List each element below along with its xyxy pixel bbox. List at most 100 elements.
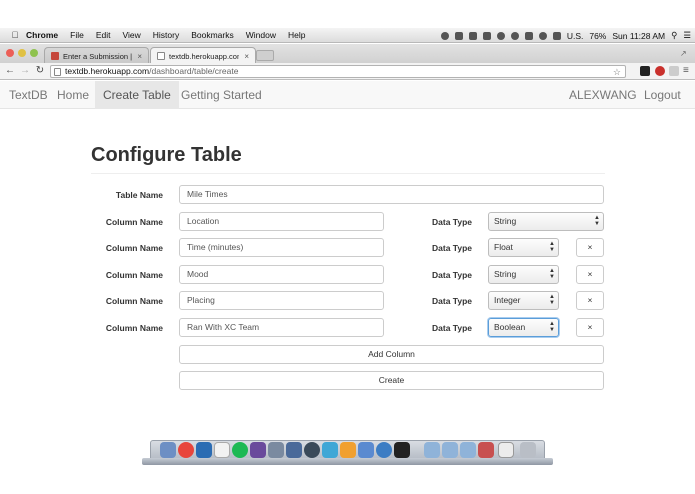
reload-icon[interactable]: ↻ (34, 65, 46, 77)
data-type-select[interactable]: Boolean ▲ ▼ (488, 318, 559, 337)
volume-icon[interactable] (552, 31, 561, 40)
chrome-icon[interactable] (178, 442, 194, 458)
word-icon[interactable] (196, 442, 212, 458)
evernote-icon[interactable] (496, 31, 505, 40)
github-icon[interactable] (250, 442, 266, 458)
data-type-label: Data Type (432, 243, 472, 253)
data-type-select[interactable]: String ▲ ▼ (488, 212, 604, 231)
extension-shield-icon[interactable] (669, 66, 679, 76)
bookmark-star-icon[interactable]: ☆ (613, 67, 621, 78)
finder-icon[interactable] (160, 442, 176, 458)
notification-icon[interactable] (440, 31, 449, 40)
data-type-select[interactable]: String ▲ ▼ (488, 265, 559, 284)
url-path: /dashboard/table/create (149, 66, 239, 76)
menu-history[interactable]: History (153, 30, 179, 40)
remove-column-button[interactable]: × (576, 318, 604, 337)
menu-edit[interactable]: Edit (96, 30, 111, 40)
column-name-label: Column Name (105, 296, 163, 306)
dock-shelf (142, 458, 553, 465)
folder-icon[interactable] (424, 442, 440, 458)
steam-icon[interactable] (304, 442, 320, 458)
remove-column-button[interactable]: × (576, 265, 604, 284)
select-arrows-icon: ▲ ▼ (549, 294, 555, 306)
menu-file[interactable]: File (70, 30, 84, 40)
upload-icon[interactable] (482, 31, 491, 40)
tab-close-icon[interactable]: × (244, 52, 249, 61)
remove-column-button[interactable]: × (576, 291, 604, 310)
table-name-label: Table Name (115, 190, 163, 200)
column-name-input[interactable]: Mood (179, 265, 384, 284)
battery-app-icon[interactable] (524, 31, 533, 40)
calendar-icon[interactable] (214, 442, 230, 458)
spotlight-icon[interactable]: ⚲ (671, 30, 677, 41)
dropbox-icon[interactable] (468, 31, 477, 40)
select-arrows-icon: ▲ ▼ (594, 215, 600, 227)
tab-submission[interactable]: Enter a Submission | Wildc × (44, 47, 149, 64)
remove-column-button[interactable]: × (576, 238, 604, 257)
nav-getting-started[interactable]: Getting Started (181, 81, 262, 109)
data-type-value: String (494, 216, 517, 226)
menu-window[interactable]: Window (246, 30, 276, 40)
document-icon[interactable] (478, 442, 494, 458)
screen:  Chrome File Edit View History Bookmark… (0, 0, 695, 494)
notification-center-icon[interactable]: ☰ (683, 30, 691, 41)
trash-icon[interactable] (520, 442, 536, 458)
virtualbox-icon[interactable] (286, 442, 302, 458)
nav-create-table[interactable]: Create Table (95, 81, 179, 109)
folder-icon[interactable] (460, 442, 476, 458)
nav-brand[interactable]: TextDB (9, 81, 48, 109)
clock[interactable]: Sun 11:28 AM (612, 31, 665, 41)
nav-user[interactable]: ALEXWANG (569, 81, 637, 109)
minimize-window-icon[interactable] (18, 49, 26, 57)
data-type-select[interactable]: Integer ▲ ▼ (488, 291, 559, 310)
folder-icon[interactable] (442, 442, 458, 458)
data-type-value: Boolean (494, 322, 526, 332)
close-window-icon[interactable] (6, 49, 14, 57)
tab-close-icon[interactable]: × (137, 52, 142, 61)
safari-icon[interactable] (376, 442, 392, 458)
forward-icon[interactable]: → (19, 65, 31, 77)
app-icon[interactable] (268, 442, 284, 458)
input-source[interactable]: U.S. (567, 31, 584, 41)
menu-view[interactable]: View (122, 30, 140, 40)
xcode-icon[interactable] (358, 442, 374, 458)
menu-help[interactable]: Help (288, 30, 305, 40)
spotify-icon[interactable] (232, 442, 248, 458)
title-divider (91, 173, 605, 174)
new-tab-button[interactable] (256, 50, 274, 61)
terminal-icon[interactable] (394, 442, 410, 458)
tab-textdb[interactable]: textdb.herokuapp.com/da × (150, 47, 256, 64)
sync-icon[interactable] (454, 31, 463, 40)
add-column-button[interactable]: Add Column (179, 345, 604, 364)
address-bar[interactable]: textdb.herokuapp.com/dashboard/table/cre… (50, 65, 626, 78)
back-icon[interactable]: ← (4, 65, 16, 77)
table-name-input[interactable]: Mile Times (179, 185, 604, 204)
create-button[interactable]: Create (179, 371, 604, 390)
column-name-input[interactable]: Time (minutes) (179, 238, 384, 257)
column-name-input[interactable]: Location (179, 212, 384, 231)
menu-app-name[interactable]: Chrome (26, 30, 58, 40)
document-icon[interactable] (498, 442, 514, 458)
tab-favicon-icon (51, 52, 59, 60)
status-tray: U.S. 76% Sun 11:28 AM ⚲ ☰ (440, 28, 691, 43)
sublime-icon[interactable] (340, 442, 356, 458)
extension-flash-icon[interactable] (640, 66, 650, 76)
apple-icon[interactable]:  (10, 30, 20, 40)
select-arrows-icon: ▲ ▼ (549, 241, 555, 253)
data-type-select[interactable]: Float ▲ ▼ (488, 238, 559, 257)
appstore-icon[interactable] (322, 442, 338, 458)
fullscreen-icon[interactable]: ↗ (680, 49, 689, 58)
column-name-input[interactable]: Ran With XC Team (179, 318, 384, 337)
timemachine-icon[interactable] (510, 31, 519, 40)
nav-home[interactable]: Home (57, 81, 89, 109)
battery-percent[interactable]: 76% (589, 31, 606, 41)
select-arrows-icon: ▲ ▼ (549, 321, 555, 333)
chrome-menu-icon[interactable]: ≡ (683, 66, 691, 76)
wifi-icon[interactable] (538, 31, 547, 40)
column-name-input[interactable]: Placing (179, 291, 384, 310)
zoom-window-icon[interactable] (30, 49, 38, 57)
menu-bookmarks[interactable]: Bookmarks (191, 30, 234, 40)
tab-strip: Enter a Submission | Wildc × textdb.hero… (0, 44, 695, 64)
nav-logout[interactable]: Logout (644, 81, 681, 109)
adblock-icon[interactable] (655, 66, 665, 76)
